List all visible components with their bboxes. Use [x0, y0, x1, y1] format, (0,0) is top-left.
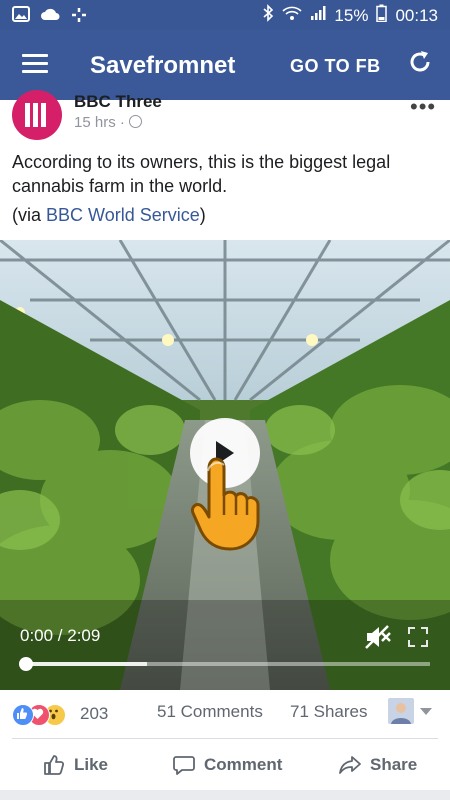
battery-percent: 15%: [334, 5, 369, 25]
share-label: Share: [370, 755, 418, 774]
bbc-three-logo: [25, 103, 49, 132]
notification-icons: [12, 6, 88, 29]
comments-count[interactable]: 51 Comments: [157, 702, 263, 722]
chevron-down-icon[interactable]: [420, 708, 432, 715]
app-title: Savefromnet: [90, 52, 236, 79]
progress-scrubber[interactable]: [19, 657, 33, 671]
app-bar: Savefromnet GO TO FB: [0, 30, 450, 100]
comment-label: Comment: [204, 755, 283, 774]
more-options-icon[interactable]: •••: [410, 94, 436, 120]
globe-icon: [128, 115, 142, 128]
cloud-icon: [40, 6, 60, 29]
go-to-fb-button[interactable]: GO TO FB: [290, 56, 381, 77]
buffered-bar: [26, 662, 148, 666]
like-label: Like: [74, 755, 109, 774]
fullscreen-icon[interactable]: [408, 627, 428, 652]
comment-icon: [173, 756, 195, 775]
video-time: 0:00 / 2:09: [20, 626, 101, 645]
menu-icon[interactable]: [22, 54, 48, 74]
sync-icon: [70, 6, 88, 29]
post-text: According to its owners, this is the big…: [12, 152, 391, 196]
tap-hand-icon: [191, 457, 260, 551]
post-actions: Like Comment Share: [0, 739, 450, 789]
reaction-count[interactable]: 203: [80, 704, 108, 724]
author-name[interactable]: BBC Three: [74, 92, 162, 112]
share-button[interactable]: Share: [338, 753, 417, 777]
signal-icon: [310, 5, 326, 26]
bluetooth-icon: [262, 4, 274, 27]
like-reaction-icon: [12, 704, 34, 726]
post-header: BBC Three 15 hrs · •••: [0, 90, 450, 140]
feed-separator: [0, 790, 450, 800]
clock: 00:13: [395, 5, 438, 25]
video-progress-bar[interactable]: [26, 662, 430, 666]
refresh-icon[interactable]: [406, 48, 434, 76]
mute-icon[interactable]: [364, 624, 392, 655]
comment-button[interactable]: Comment: [172, 753, 282, 777]
status-bar: 15% 00:13: [0, 0, 450, 30]
like-icon: [44, 755, 65, 775]
via-link[interactable]: BBC World Service: [46, 205, 200, 225]
post-time: 15 hrs ·: [74, 114, 142, 131]
battery-icon: [376, 4, 388, 27]
wifi-icon: [282, 5, 302, 26]
share-icon: [339, 756, 361, 774]
like-button[interactable]: Like: [42, 753, 108, 777]
shares-count[interactable]: 71 Shares: [290, 702, 368, 722]
reactions-bar: 203 51 Comments 71 Shares: [0, 690, 450, 738]
share-avatar[interactable]: [388, 698, 414, 724]
avatar[interactable]: [12, 90, 62, 140]
via-line: (via BBC World Service): [12, 205, 206, 225]
reaction-icons[interactable]: [12, 704, 76, 726]
image-icon: [12, 6, 30, 29]
